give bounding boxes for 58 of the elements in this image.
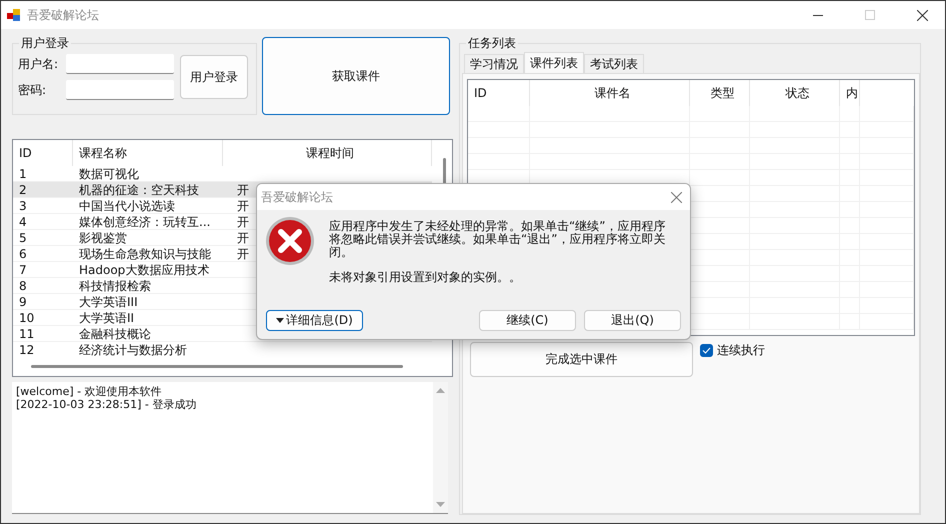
table-cell-text: 机器的征途：空天科技: [78, 182, 200, 198]
table-cell-text: Hadoop大数据应用技术: [78, 262, 210, 278]
table-cell-text: 媒体创意经济：玩转互...: [78, 214, 212, 230]
caret-icon: [276, 318, 284, 323]
scroll-up-icon[interactable]: [436, 388, 445, 393]
table-cell-text: 大学英语III: [78, 294, 139, 310]
login-button[interactable]: 用户登录: [180, 55, 248, 99]
field-label: 密码:: [18, 82, 48, 98]
input-field[interactable]: [66, 80, 174, 100]
table-cell-text: 8: [18, 278, 28, 294]
table-cell-text: 10: [18, 310, 36, 326]
table-cell-text: 2: [18, 182, 28, 198]
window-title: 吾爱破解论坛: [27, 6, 100, 24]
table-cell-text: 影视鉴赏: [78, 230, 128, 246]
table-cell-text: 6: [18, 246, 28, 262]
table-cell-text: 11: [18, 326, 36, 342]
log-line: [2022-10-03 23:28:51] - 登录成功: [16, 398, 198, 411]
table-cell-text: 9: [18, 294, 28, 310]
scroll-down-icon[interactable]: [436, 502, 445, 507]
table-cell-text: 12: [18, 342, 36, 356]
checkbox[interactable]: [700, 344, 713, 357]
table-cell-text: 4: [18, 214, 28, 230]
table-cell: 开: [237, 182, 249, 198]
minimize-icon[interactable]: [813, 14, 823, 16]
dialog-button[interactable]: 继续(C): [479, 310, 576, 331]
table-cell-text: 中国当代小说选读: [78, 198, 176, 214]
course-row[interactable]: 1 数据可视化: [13, 166, 432, 182]
dialog-button[interactable]: 退出(Q): [584, 310, 681, 331]
complete-button[interactable]: 完成选中课件: [470, 342, 693, 377]
table-cell: 开: [237, 214, 249, 230]
table-cell-text: 科技情报检索: [78, 278, 152, 294]
group-title: 任务列表: [466, 35, 518, 52]
input-field[interactable]: [66, 54, 174, 74]
error-icon: [265, 216, 315, 266]
field-label: 用户名:: [18, 56, 60, 72]
table-cell-text: 5: [18, 230, 28, 246]
table-cell: 开: [237, 246, 249, 262]
table-cell-text: 大学英语II: [78, 310, 136, 326]
log-box[interactable]: [welcome] - 欢迎使用本软件 [2022-10-03 23:28:51] - 登录成功: [12, 382, 448, 514]
checkbox-label: 连续执行: [717, 342, 765, 359]
table-cell-text: 7: [18, 262, 28, 278]
table-cell-text: 现场生命急救知识与技能: [78, 246, 212, 262]
table-cell-text: 金融科技概论: [78, 326, 152, 342]
table-cell-text: 数据可视化: [78, 166, 140, 182]
details-button[interactable]: 详细信息(D): [266, 310, 363, 331]
table-cell: 开: [237, 230, 249, 246]
log-line: [welcome] - 欢迎使用本软件: [16, 385, 163, 398]
tab[interactable]: 课件列表: [524, 52, 584, 73]
table-cell-text: 1: [18, 166, 28, 182]
table-cell-text: 经济统计与数据分析: [78, 342, 188, 356]
close-icon[interactable]: [916, 10, 928, 20]
tab[interactable]: 学习情况: [464, 54, 524, 73]
app-icon: [7, 8, 21, 22]
table-cell: 开: [237, 198, 249, 214]
fetch-button[interactable]: 获取课件: [262, 37, 450, 115]
scrollbar-thumb[interactable]: [31, 365, 403, 368]
tab[interactable]: 考试列表: [584, 54, 644, 73]
table-cell-text: 3: [18, 198, 28, 214]
